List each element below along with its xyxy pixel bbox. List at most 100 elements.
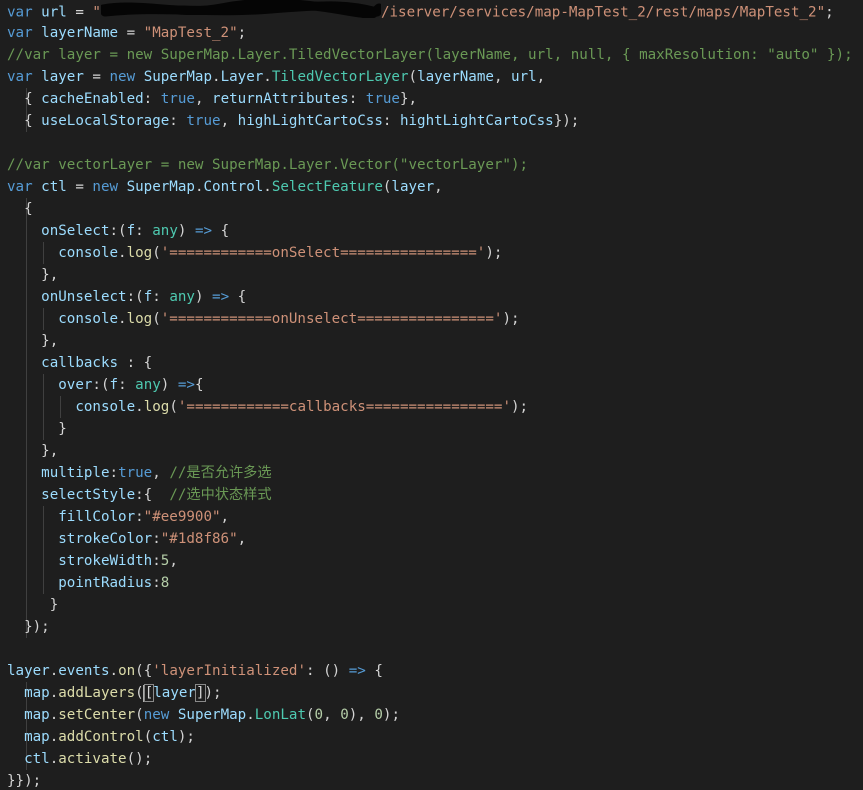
function-token: activate: [58, 751, 127, 767]
punctuation-token: .: [263, 179, 272, 195]
code-line[interactable]: map.setCenter(new SuperMap.LonLat(0, 0),…: [7, 704, 400, 726]
punctuation-token: =: [66, 4, 93, 21]
code-line[interactable]: { useLocalStorage: true, highLightCartoC…: [7, 110, 579, 132]
type-token: any: [135, 377, 161, 393]
punctuation-token: ({: [135, 663, 153, 679]
punctuation-token: [7, 729, 24, 745]
punctuation-token: [169, 707, 178, 723]
comment-token: //var layer = new SuperMap.Layer.TiledVe…: [7, 47, 853, 63]
function-token: addLayers: [58, 685, 136, 701]
punctuation-token: );: [177, 729, 195, 745]
punctuation-token: .: [246, 707, 255, 723]
identifier-token: layer: [391, 179, 435, 195]
identifier-token: layerName: [417, 69, 494, 85]
code-line[interactable]: //var layer = new SuperMap.Layer.TiledVe…: [7, 44, 853, 66]
punctuation-token: [33, 25, 42, 41]
keyword-token: =>: [348, 663, 366, 679]
punctuation-token: :(: [109, 223, 127, 239]
type-token: any: [169, 289, 195, 305]
code-line[interactable]: }});: [7, 770, 41, 790]
code-line[interactable]: },: [7, 330, 58, 352]
string-token: 'layerInitialized': [152, 663, 306, 679]
code-line[interactable]: pointRadius:8: [7, 572, 169, 594]
keyword-token: var: [7, 4, 33, 21]
identifier-token: layer: [153, 685, 196, 701]
keyword-token: new: [92, 179, 119, 195]
string-token: ": [92, 4, 101, 21]
punctuation-token: .: [118, 245, 127, 261]
code-line[interactable]: { cacheEnabled: true, returnAttributes: …: [7, 88, 417, 110]
code-line[interactable]: {: [7, 198, 33, 220]
keyword-token: true: [186, 113, 221, 129]
punctuation-token: .: [135, 399, 144, 415]
code-line[interactable]: over:(f: any) =>{: [7, 374, 204, 396]
punctuation-token: ,: [169, 553, 178, 569]
number-token: 0: [374, 707, 383, 723]
punctuation-token: .: [109, 663, 119, 679]
punctuation-token: {: [365, 663, 383, 679]
punctuation-token: .: [49, 685, 59, 701]
code-line[interactable]: console.log('============onSelect=======…: [7, 242, 502, 264]
keyword-token: =>: [177, 377, 195, 393]
identifier-token: console: [75, 399, 136, 415]
code-line[interactable]: strokeColor:"#1d8f86",: [7, 528, 246, 550]
code-line[interactable]: var layerName = "MapTest_2";: [7, 22, 246, 44]
punctuation-token: );: [510, 399, 529, 415]
code-line[interactable]: }: [7, 418, 67, 440]
code-line[interactable]: });: [7, 616, 50, 638]
code-line[interactable]: //var vectorLayer = new SuperMap.Layer.V…: [7, 154, 528, 176]
punctuation-token: ,: [434, 179, 443, 195]
punctuation-token: :: [109, 465, 119, 481]
code-line[interactable]: strokeWidth:5,: [7, 550, 178, 572]
punctuation-token: ();: [126, 751, 153, 767]
code-line[interactable]: layer.events.on({'layerInitialized': () …: [7, 660, 383, 682]
punctuation-token: {: [194, 377, 204, 393]
code-line[interactable]: map.addControl(ctl);: [7, 726, 195, 748]
punctuation-token: [118, 179, 127, 195]
keyword-token: var: [7, 179, 33, 195]
punctuation-token: [7, 289, 41, 305]
code-line[interactable]: onUnselect:(f: any) => {: [7, 286, 246, 308]
identifier-token: ctl: [41, 179, 67, 195]
punctuation-token: ): [160, 377, 178, 393]
identifier-token: onSelect: [41, 223, 110, 239]
punctuation-token: ,: [152, 465, 170, 481]
string-token: '============callbacks================': [177, 399, 511, 415]
punctuation-token: ),: [348, 707, 375, 723]
punctuation-token: },: [7, 267, 59, 283]
punctuation-token: (: [152, 311, 161, 327]
code-line[interactable]: var url = " /iserver/services/map-MapTest…: [7, 0, 834, 22]
code-line[interactable]: console.log('============onUnselect=====…: [7, 308, 519, 330]
keyword-token: true: [365, 91, 400, 107]
comment-token: //var vectorLayer = new SuperMap.Layer.V…: [7, 157, 529, 173]
punctuation-token: [7, 465, 41, 481]
code-line[interactable]: onSelect:(f: any) => {: [7, 220, 229, 242]
code-line[interactable]: selectStyle:{ //选中状态样式: [7, 484, 271, 506]
identifier-token: Layer: [220, 69, 264, 85]
punctuation-token: },: [7, 443, 59, 459]
code-line[interactable]: },: [7, 264, 58, 286]
punctuation-token: [7, 245, 58, 261]
identifier-token: returnAttributes: [212, 91, 349, 107]
code-line[interactable]: }: [7, 594, 59, 616]
string-token: "#1d8f86": [160, 531, 238, 547]
code-line[interactable]: var layer = new SuperMap.Layer.TiledVect…: [7, 66, 545, 88]
code-line[interactable]: callbacks : {: [7, 352, 152, 374]
code-line[interactable]: },: [7, 440, 58, 462]
identifier-token: callbacks: [41, 355, 119, 371]
code-line[interactable]: map.addLayers([layer]);: [7, 682, 222, 704]
code-editor[interactable]: var url = " /iserver/services/map-MapTest…: [0, 0, 863, 790]
code-line[interactable]: multiple:true, //是否允许多选: [7, 462, 271, 484]
punctuation-token: {: [212, 223, 230, 239]
identifier-token: console: [58, 245, 119, 261]
identifier-token: map: [24, 729, 50, 745]
punctuation-token: (: [169, 399, 178, 415]
code-line[interactable]: console.log('============callbacks======…: [7, 396, 528, 418]
code-line[interactable]: fillColor:"#ee9900",: [7, 506, 229, 528]
punctuation-token: .: [49, 729, 59, 745]
code-line[interactable]: ctl.activate();: [7, 748, 152, 770]
identifier-token: layer: [7, 663, 50, 679]
code-line[interactable]: var ctl = new SuperMap.Control.SelectFea…: [7, 176, 443, 198]
punctuation-token: :: [382, 113, 400, 129]
matched-bracket: [: [143, 684, 155, 702]
